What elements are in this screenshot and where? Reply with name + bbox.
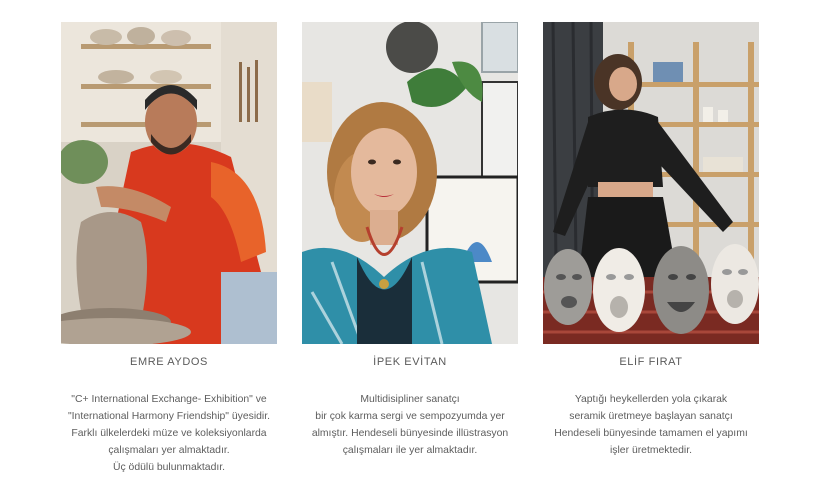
bio-line: bir çok karma sergi ve sempozyumda yer [315, 411, 505, 422]
bio-line: çalışmaları yer almaktadır. [108, 445, 230, 456]
artist-photo-emre-aydos [61, 22, 277, 344]
artist-photo-ipek-evitan [302, 22, 518, 344]
artist-card-elif-firat: ELİF FIRAT Yaptığı heykellerden yola çık… [543, 22, 759, 459]
artist-bio: Multidisipliner sanatçı bir çok karma se… [302, 391, 518, 459]
bio-line: Multidisipliner sanatçı [360, 394, 460, 405]
artist-card-ipek-evitan: İPEK EVİTAN Multidisipliner sanatçı bir … [302, 22, 518, 459]
artist-bio: "C+ International Exchange- Exhibition" … [47, 391, 291, 476]
artist-bio: Yaptığı heykellerden yola çıkarak serami… [543, 391, 759, 459]
bio-line: Farklı ülkelerdeki müze ve koleksiyonlar… [71, 428, 267, 439]
artist-photo-elif-firat [543, 22, 759, 344]
artist-name: ELİF FIRAT [619, 356, 683, 368]
bio-line: seramik üretmeye başlayan sanatçı [569, 411, 733, 422]
bio-line: Yaptığı heykellerden yola çıkarak [574, 394, 728, 405]
bio-line: "C+ International Exchange- Exhibition" … [71, 394, 267, 405]
bio-line: "International Harmony Friendship" üyesi… [67, 411, 270, 422]
bio-line: Hendeseli bünyesinde tamamen el yapımı [554, 428, 748, 439]
bio-line: işler üretmektedir. [610, 445, 692, 456]
bio-line: çalışmaları ile yer almaktadır. [342, 445, 478, 456]
bio-line: almıştır. Hendeseli bünyesinde illüstras… [311, 428, 509, 439]
artist-name: EMRE AYDOS [130, 356, 208, 368]
artist-card-emre-aydos: EMRE AYDOS "C+ International Exchange- E… [61, 22, 277, 476]
artist-name: İPEK EVİTAN [373, 356, 447, 368]
bio-line: Üç ödülü bulunmaktadır. [112, 462, 226, 473]
